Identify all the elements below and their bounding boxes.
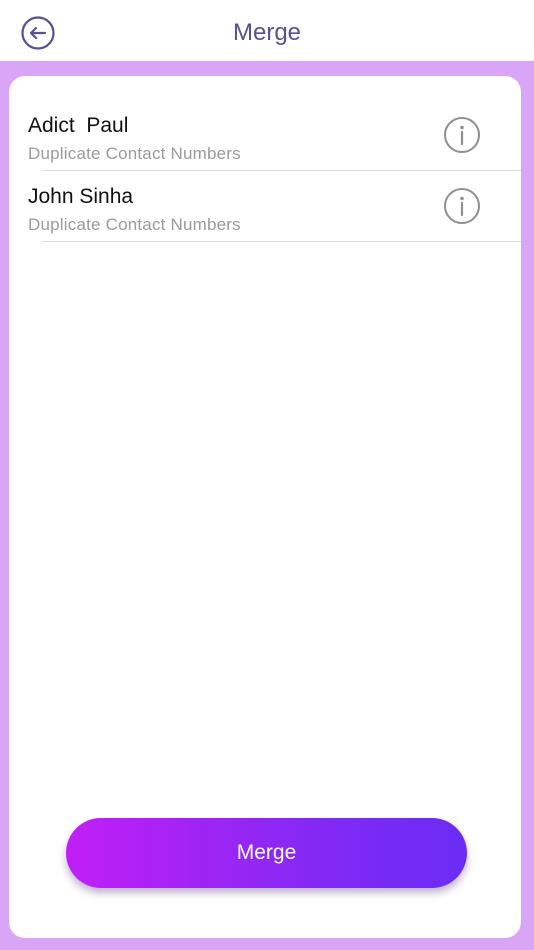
contact-subtitle: Duplicate Contact Numbers (28, 144, 241, 163)
top-bar: Merge (0, 0, 534, 61)
contacts-card: Adict Paul Duplicate Contact Numbers Joh… (9, 76, 521, 938)
contact-subtitle: Duplicate Contact Numbers (28, 215, 241, 234)
row-divider (42, 241, 521, 242)
info-circle-icon[interactable] (443, 116, 481, 154)
contact-row[interactable]: Adict Paul Duplicate Contact Numbers (9, 100, 521, 171)
arrow-left-circle-icon (21, 16, 55, 50)
contact-row[interactable]: John Sinha Duplicate Contact Numbers (9, 171, 521, 242)
merge-button[interactable]: Merge (66, 818, 467, 888)
contact-name: Adict Paul (28, 114, 129, 137)
back-button[interactable] (21, 16, 55, 50)
page-title: Merge (232, 19, 302, 46)
contact-name: John Sinha (28, 185, 134, 208)
info-circle-icon[interactable] (443, 187, 481, 225)
